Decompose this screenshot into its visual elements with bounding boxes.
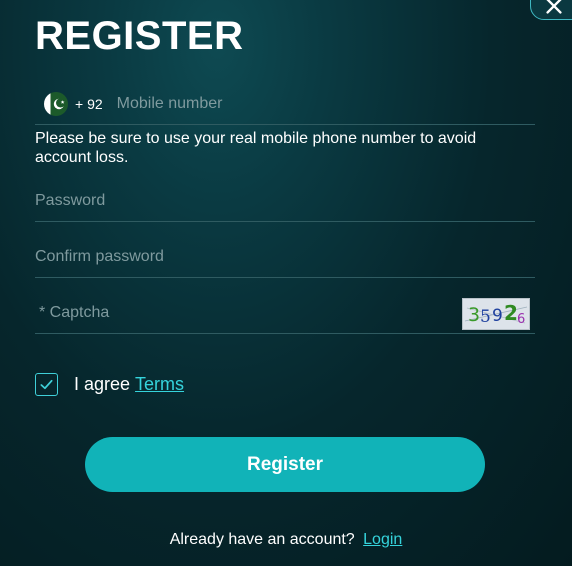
captcha-char: 6 [517,312,525,327]
phone-hint-text: Please be sure to use your real mobile p… [35,130,477,166]
terms-agreement: I agree Terms [35,373,184,396]
confirm-password-input[interactable] [35,247,535,266]
confirm-password-field [35,236,535,278]
captcha-char: 9 [492,306,503,326]
captcha-image[interactable]: 3 5 9 2 6 [462,297,530,330]
captcha-input[interactable] [39,303,419,322]
mobile-number-input[interactable] [116,95,417,113]
captcha-char: 5 [480,307,491,327]
register-button[interactable]: Register [85,437,485,492]
login-link[interactable]: Login [363,531,402,548]
captcha-char: 3 [468,304,480,326]
pakistan-flag-icon [44,92,68,116]
agree-checkbox[interactable] [35,373,58,396]
password-field [35,180,535,222]
close-icon [546,0,562,14]
login-prompt-text: Already have an account? [169,531,355,548]
agree-label: I agree [74,374,131,394]
password-input[interactable] [35,191,535,210]
page-title: REGISTER [35,14,244,58]
checkmark-icon [40,379,53,390]
captcha-field: 3 5 9 2 6 [35,292,535,334]
captcha-char: 2 [504,301,518,325]
terms-link[interactable]: Terms [135,374,184,395]
close-button[interactable] [530,0,572,20]
country-code[interactable]: + 92 [75,96,103,112]
login-prompt: Already have an account? Login [0,531,572,549]
phone-field: + 92 [35,84,535,125]
